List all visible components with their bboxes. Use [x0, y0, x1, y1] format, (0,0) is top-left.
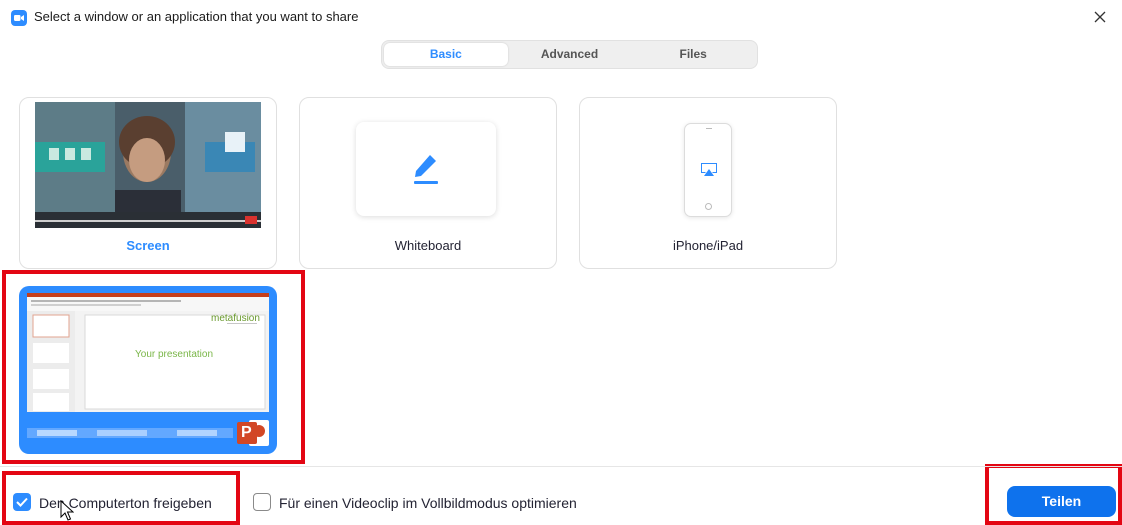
powerpoint-icon: P — [237, 418, 271, 448]
airplay-icon — [701, 163, 717, 176]
window-title: Select a window or an application that y… — [34, 9, 359, 24]
powerpoint-icon-letter: P — [241, 424, 252, 441]
window-title-blurred — [27, 428, 233, 438]
slide-brand: metafusion — [211, 313, 260, 324]
footer-divider — [0, 466, 1122, 467]
share-tabs: Basic Advanced Files — [381, 40, 758, 69]
zoom-app-icon — [11, 10, 27, 26]
powerpoint-window-thumbnail: metafusion Your presentation — [27, 293, 269, 412]
video-optimize-label[interactable]: Für einen Videoclip im Vollbildmodus opt… — [279, 495, 577, 511]
pencil-icon — [414, 155, 438, 184]
share-button[interactable]: Teilen — [1007, 486, 1116, 517]
slide-title: Your presentation — [135, 349, 214, 360]
close-icon[interactable] — [1090, 7, 1110, 27]
phone-home-button — [705, 203, 712, 210]
iphone-card-label: iPhone/iPad — [672, 238, 744, 253]
whiteboard-card-label: Whiteboard — [394, 238, 462, 253]
title-bar: Select a window or an application that y… — [0, 0, 1122, 34]
phone-illustration — [684, 123, 732, 217]
screen-share-card[interactable]: Screen — [19, 97, 277, 269]
tab-advanced[interactable]: Advanced — [508, 43, 632, 66]
tab-files[interactable]: Files — [631, 43, 755, 66]
powerpoint-window-card[interactable]: metafusion Your presentation P — [19, 286, 277, 454]
window-label-row: P — [27, 416, 269, 450]
screen-card-label: Screen — [126, 238, 170, 253]
video-optimize-checkbox[interactable] — [253, 493, 271, 511]
checkmark-icon — [16, 497, 28, 507]
screen-preview-thumbnail — [35, 102, 261, 228]
computer-sound-checkbox[interactable] — [13, 493, 31, 511]
whiteboard-share-card[interactable]: Whiteboard — [299, 97, 557, 269]
phone-notch — [706, 128, 712, 129]
tab-basic[interactable]: Basic — [384, 43, 508, 66]
mouse-cursor-icon — [60, 500, 74, 521]
whiteboard-preview — [356, 122, 496, 216]
iphone-ipad-share-card[interactable]: iPhone/iPad — [579, 97, 837, 269]
